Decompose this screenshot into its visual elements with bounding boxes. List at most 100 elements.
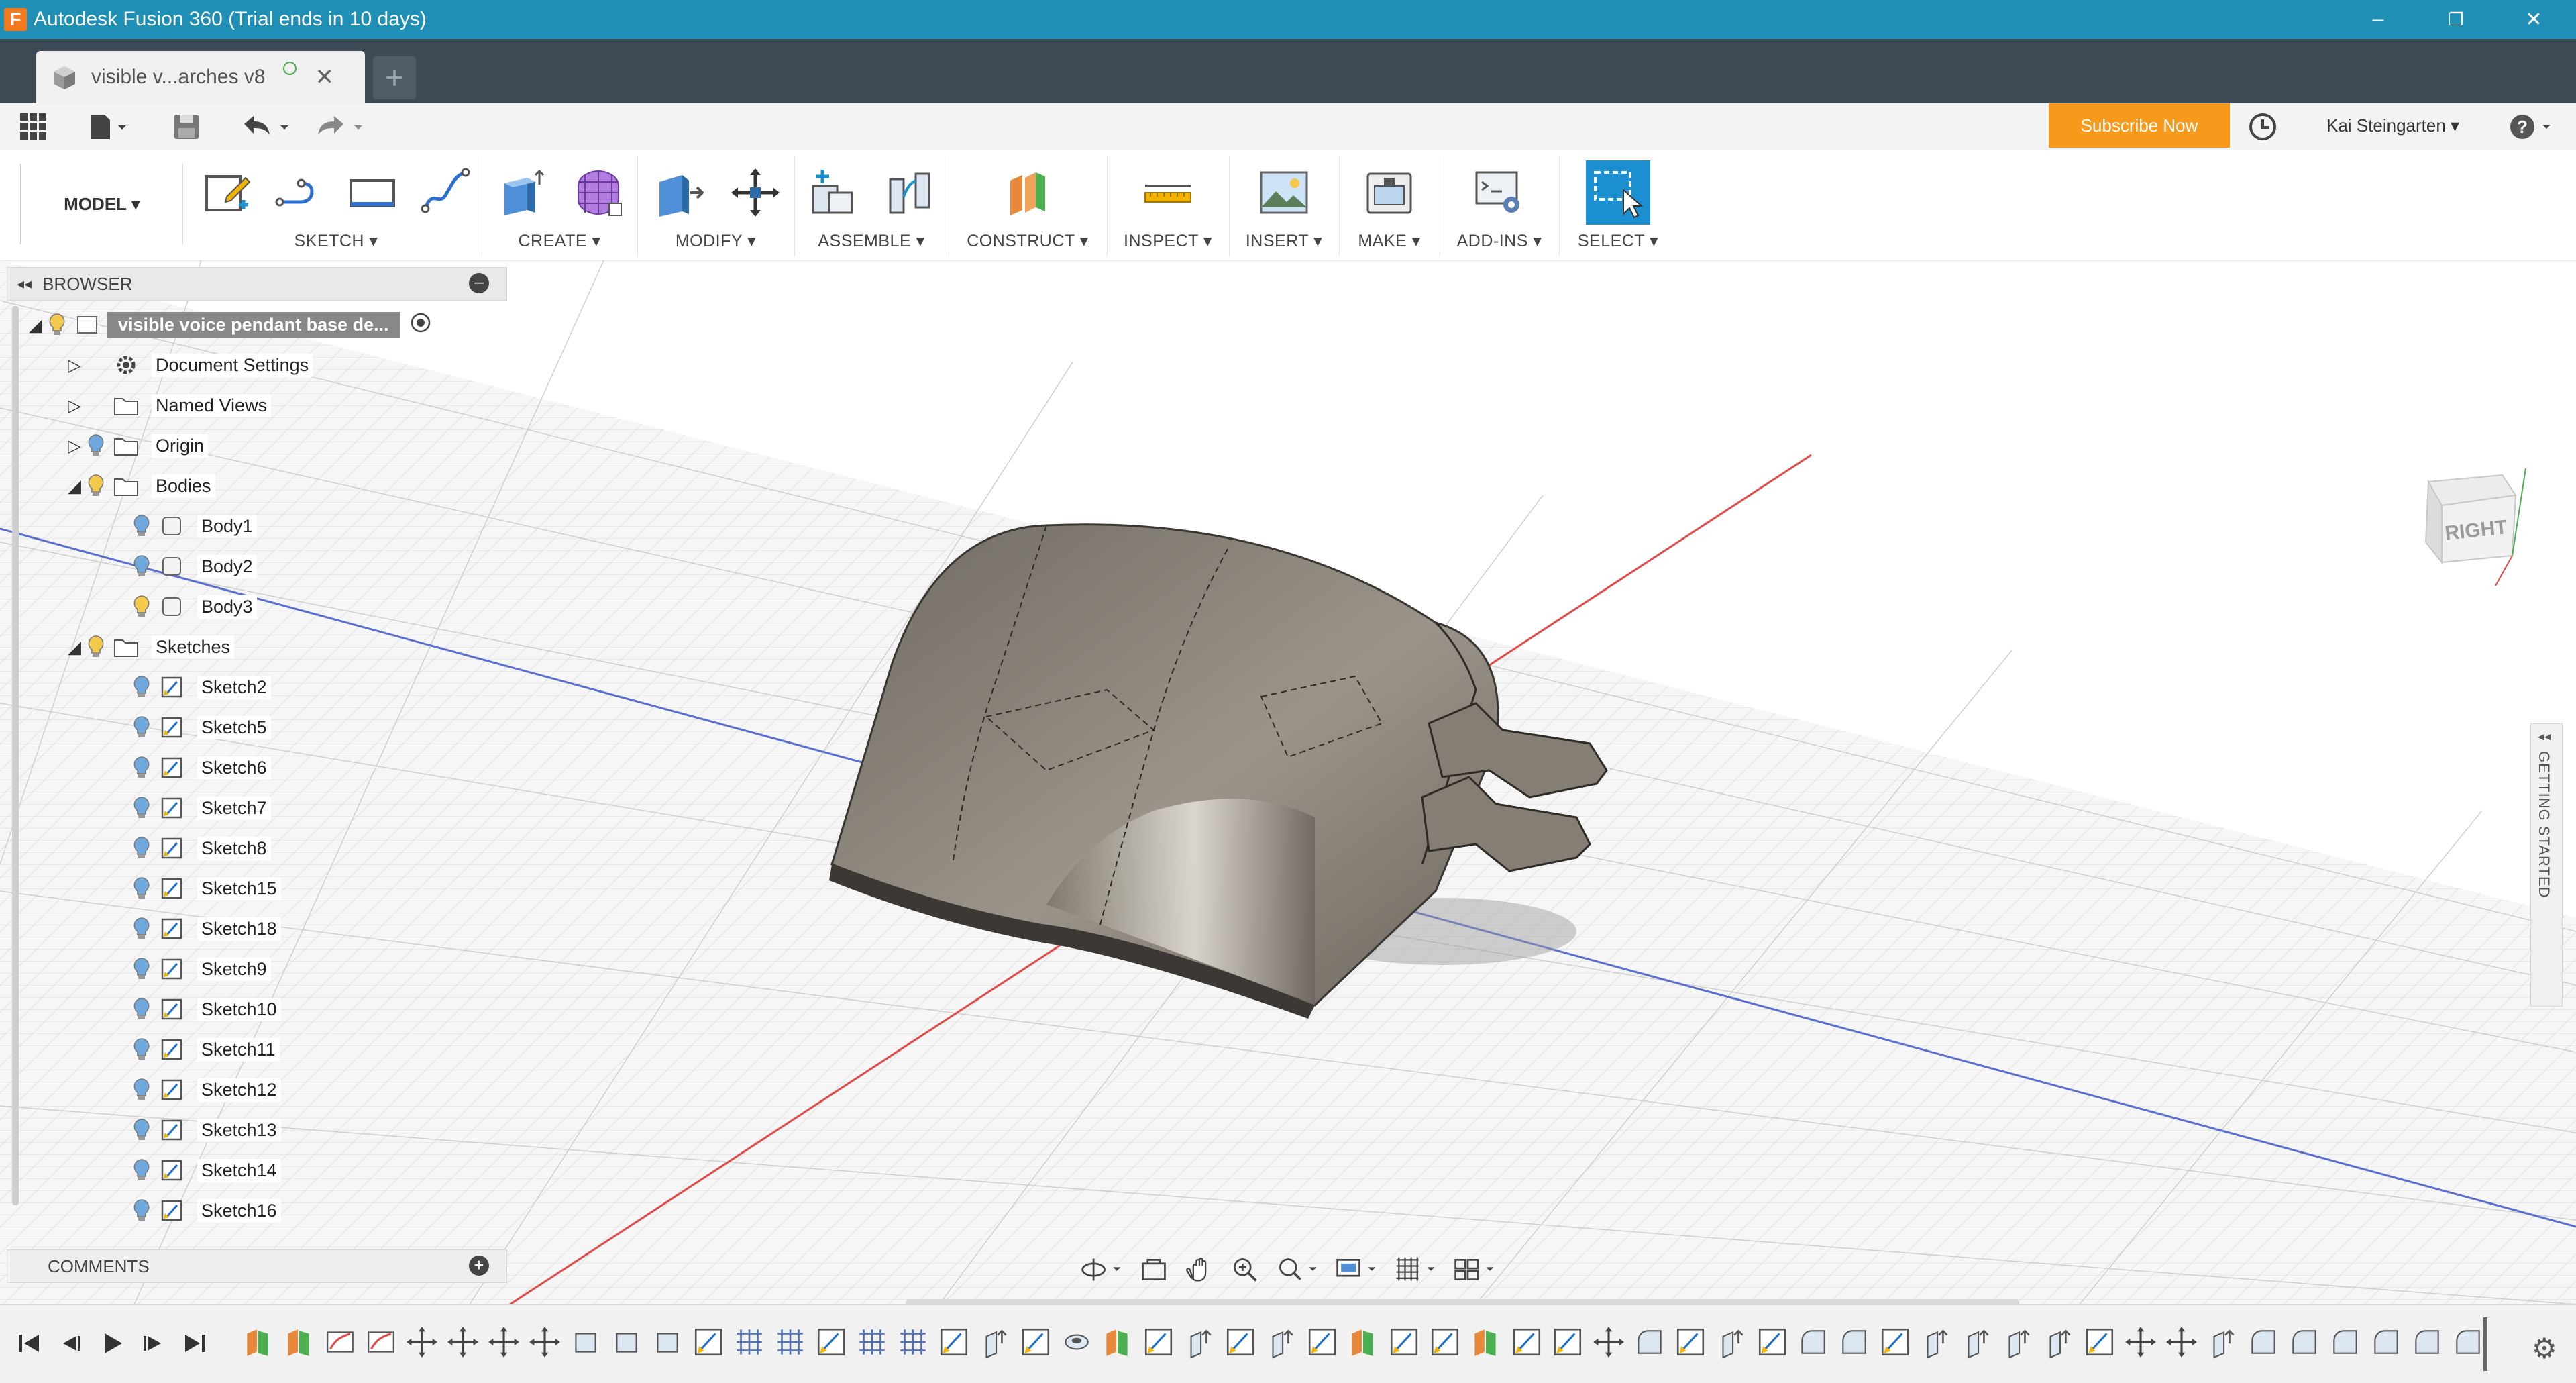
- fillet-feature-icon[interactable]: [2328, 1325, 2362, 1359]
- select-tool-icon[interactable]: [1586, 160, 1650, 225]
- display-settings-icon[interactable]: [1335, 1253, 1378, 1286]
- new-component-icon[interactable]: [806, 166, 860, 219]
- sketch-feature-icon[interactable]: [1387, 1325, 1421, 1359]
- extrude-feature-icon[interactable]: [2206, 1325, 2239, 1359]
- expand-triangle-icon[interactable]: ▷: [64, 436, 85, 456]
- measure-icon[interactable]: [1141, 166, 1195, 219]
- visibility-bulb-icon[interactable]: [46, 311, 68, 338]
- extrude-feature-icon[interactable]: [1919, 1325, 1953, 1359]
- sketch-feature-icon[interactable]: [692, 1325, 725, 1359]
- browser-tree-item[interactable]: Sketch12: [110, 1071, 281, 1109]
- joint-icon[interactable]: [883, 166, 937, 219]
- visibility-bulb-icon[interactable]: [85, 472, 107, 499]
- close-window-button[interactable]: ✕: [2497, 0, 2571, 39]
- zoom-icon[interactable]: [1230, 1253, 1260, 1286]
- line-tool-icon[interactable]: [273, 166, 327, 219]
- browser-tree-item[interactable]: Sketch5: [110, 709, 271, 746]
- user-account-menu[interactable]: Kai Steingarten ▾: [2326, 115, 2459, 136]
- visibility-bulb-icon[interactable]: [130, 956, 153, 982]
- minimize-button[interactable]: –: [2341, 0, 2415, 39]
- move-feature-icon[interactable]: [2165, 1325, 2198, 1359]
- browser-tree-item[interactable]: Sketch11: [110, 1031, 280, 1068]
- pan-hand-icon[interactable]: [1185, 1253, 1214, 1286]
- offset-plane-feature-icon[interactable]: [1469, 1325, 1503, 1359]
- fillet-feature-icon[interactable]: [2410, 1325, 2444, 1359]
- offset-plane-feature-icon[interactable]: [1346, 1325, 1380, 1359]
- visibility-bulb-icon[interactable]: [130, 593, 153, 620]
- browser-tree-item[interactable]: Body3: [110, 588, 257, 625]
- 3d-print-icon[interactable]: [1362, 166, 1416, 219]
- browser-tree-item[interactable]: ▷ Named Views: [64, 387, 272, 424]
- collapse-panel-icon[interactable]: ◂◂: [17, 275, 32, 293]
- viewports-icon[interactable]: [1453, 1253, 1496, 1286]
- browser-tree-item[interactable]: ▷ Origin: [64, 427, 209, 464]
- browser-tree-item[interactable]: Body1: [110, 507, 257, 545]
- visibility-bulb-icon[interactable]: [130, 754, 153, 781]
- fillet-feature-icon[interactable]: [1837, 1325, 1871, 1359]
- scripts-add-ins-icon[interactable]: [1472, 166, 1526, 219]
- sketch-feature-icon[interactable]: [1674, 1325, 1707, 1359]
- orbit-icon[interactable]: [1080, 1253, 1123, 1286]
- browser-tree-item[interactable]: Sketch6: [110, 749, 271, 786]
- visibility-bulb-icon[interactable]: [130, 996, 153, 1023]
- browser-scrollbar[interactable]: [12, 306, 19, 1205]
- subscribe-now-button[interactable]: Subscribe Now: [2049, 103, 2230, 148]
- undo-icon[interactable]: [239, 110, 292, 144]
- move-feature-icon[interactable]: [528, 1325, 561, 1359]
- sketch-feature-icon[interactable]: [2083, 1325, 2116, 1359]
- move-feature-icon[interactable]: [405, 1325, 439, 1359]
- browser-root-component[interactable]: ◢ visible voice pendant base de...: [25, 306, 432, 344]
- document-tab[interactable]: visible v...arches v8 ✕: [36, 51, 365, 103]
- extrude-icon[interactable]: [494, 166, 547, 219]
- sketch-feature-icon[interactable]: [937, 1325, 971, 1359]
- create-form-icon[interactable]: [572, 166, 625, 219]
- go-to-end-icon[interactable]: [178, 1327, 212, 1360]
- activate-component-icon[interactable]: [409, 311, 432, 339]
- go-to-start-icon[interactable]: [12, 1327, 46, 1360]
- fillet-feature-icon[interactable]: [2247, 1325, 2280, 1359]
- visibility-bulb-icon[interactable]: [130, 714, 153, 741]
- visibility-bulb-icon[interactable]: [130, 915, 153, 942]
- visibility-bulb-icon[interactable]: [130, 513, 153, 540]
- sketch-feature-icon[interactable]: [1142, 1325, 1175, 1359]
- sketch-feature-icon[interactable]: [1305, 1325, 1339, 1359]
- fillet-feature-icon[interactable]: [2288, 1325, 2321, 1359]
- visibility-bulb-icon[interactable]: [130, 674, 153, 701]
- fillet-feature-icon[interactable]: [2451, 1325, 2485, 1359]
- extrude-feature-icon[interactable]: [1265, 1325, 1298, 1359]
- add-comment-icon[interactable]: +: [469, 1256, 489, 1276]
- visibility-bulb-icon[interactable]: [130, 1036, 153, 1063]
- browser-tree-item[interactable]: Sketch13: [110, 1111, 281, 1149]
- view-cube[interactable]: RIGHT: [2402, 455, 2536, 589]
- fillet-feature-icon[interactable]: [2369, 1325, 2403, 1359]
- pattern-feature-icon[interactable]: [855, 1325, 889, 1359]
- offset-plane-feature-icon[interactable]: [1101, 1325, 1134, 1359]
- extrude-feature-icon[interactable]: [2001, 1325, 2035, 1359]
- extrude-feature-icon[interactable]: [1960, 1325, 1994, 1359]
- visibility-bulb-icon[interactable]: [130, 1076, 153, 1103]
- extrude-feature-icon[interactable]: [978, 1325, 1012, 1359]
- browser-tree-item[interactable]: Sketch9: [110, 950, 271, 988]
- grid-snaps-icon[interactable]: [1394, 1253, 1437, 1286]
- fillet-feature-icon[interactable]: [1796, 1325, 1830, 1359]
- rectangle-tool-icon[interactable]: [345, 166, 399, 219]
- hole-feature-icon[interactable]: [1060, 1325, 1093, 1359]
- sketch-feature-icon[interactable]: [1878, 1325, 1912, 1359]
- visibility-bulb-icon[interactable]: [130, 1157, 153, 1184]
- select-menu[interactable]: SELECT ▾: [1559, 231, 1677, 251]
- expand-triangle-icon[interactable]: ▷: [64, 395, 85, 416]
- fit-zoom-window-icon[interactable]: [1276, 1253, 1319, 1286]
- browser-tree-item[interactable]: Sketch14: [110, 1151, 281, 1189]
- browser-tree-item[interactable]: Sketch2: [110, 668, 271, 706]
- move-feature-icon[interactable]: [446, 1325, 480, 1359]
- press-pull-icon[interactable]: [650, 166, 704, 219]
- job-status-clock-icon[interactable]: [2247, 110, 2278, 144]
- extrude-feature-icon[interactable]: [2042, 1325, 2076, 1359]
- help-icon[interactable]: ?: [2508, 110, 2555, 144]
- step-forward-icon[interactable]: [137, 1327, 170, 1360]
- pattern-feature-icon[interactable]: [896, 1325, 930, 1359]
- create-sketch-icon[interactable]: [200, 166, 254, 219]
- expand-triangle-icon[interactable]: ▷: [64, 355, 85, 376]
- browser-tree-item[interactable]: ◢ Bodies: [64, 467, 215, 505]
- save-icon[interactable]: [172, 110, 201, 144]
